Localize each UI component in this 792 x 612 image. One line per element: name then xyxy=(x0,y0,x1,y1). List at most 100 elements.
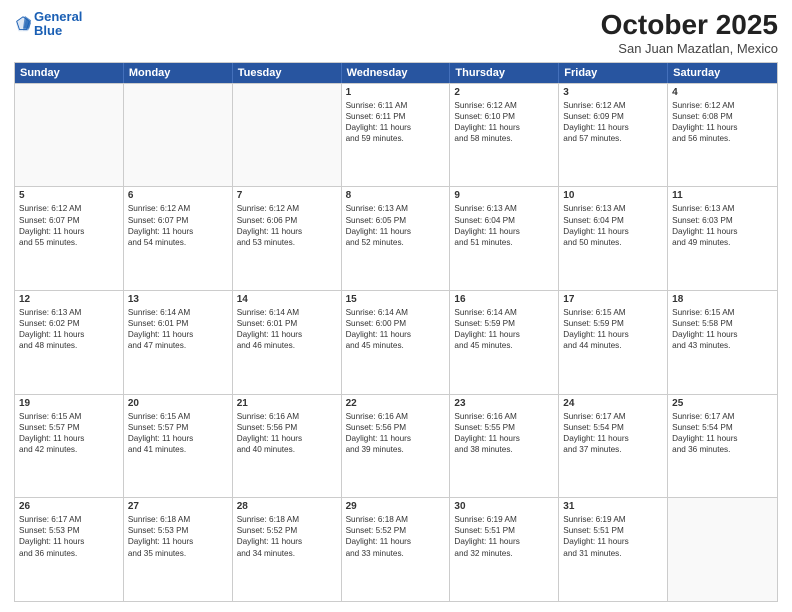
day-cell-28: 28Sunrise: 6:18 AMSunset: 5:52 PMDayligh… xyxy=(233,498,342,601)
day-cell-9: 9Sunrise: 6:13 AMSunset: 6:04 PMDaylight… xyxy=(450,187,559,290)
day-info-line: Sunrise: 6:17 AM xyxy=(563,411,663,422)
day-info-line: Daylight: 11 hours xyxy=(237,433,337,444)
day-info-line: Sunset: 6:03 PM xyxy=(672,215,773,226)
calendar: SundayMondayTuesdayWednesdayThursdayFrid… xyxy=(14,62,778,602)
day-info-line: Sunset: 5:53 PM xyxy=(128,525,228,536)
day-number: 25 xyxy=(672,398,773,409)
day-cell-7: 7Sunrise: 6:12 AMSunset: 6:06 PMDaylight… xyxy=(233,187,342,290)
day-info-line: Daylight: 11 hours xyxy=(672,226,773,237)
day-cell-22: 22Sunrise: 6:16 AMSunset: 5:56 PMDayligh… xyxy=(342,395,451,498)
day-number: 26 xyxy=(19,501,119,512)
day-info-line: Sunset: 5:56 PM xyxy=(237,422,337,433)
day-cell-13: 13Sunrise: 6:14 AMSunset: 6:01 PMDayligh… xyxy=(124,291,233,394)
day-info-line: and 35 minutes. xyxy=(128,548,228,559)
day-info-line: Sunrise: 6:12 AM xyxy=(672,100,773,111)
day-info-line: Sunrise: 6:18 AM xyxy=(237,514,337,525)
day-number: 24 xyxy=(563,398,663,409)
day-number: 8 xyxy=(346,190,446,201)
day-info-line: Daylight: 11 hours xyxy=(563,536,663,547)
logo-text: General Blue xyxy=(34,10,82,39)
day-info-line: Sunset: 5:56 PM xyxy=(346,422,446,433)
day-info-line: Sunrise: 6:13 AM xyxy=(563,203,663,214)
day-info-line: and 51 minutes. xyxy=(454,237,554,248)
day-info-line: Sunrise: 6:13 AM xyxy=(346,203,446,214)
day-header-thursday: Thursday xyxy=(450,63,559,83)
day-info-line: Daylight: 11 hours xyxy=(672,122,773,133)
day-info-line: Sunset: 6:04 PM xyxy=(454,215,554,226)
day-info-line: Sunset: 6:00 PM xyxy=(346,318,446,329)
day-info-line: Sunset: 6:11 PM xyxy=(346,111,446,122)
day-number: 14 xyxy=(237,294,337,305)
day-cell-3: 3Sunrise: 6:12 AMSunset: 6:09 PMDaylight… xyxy=(559,84,668,187)
day-number: 7 xyxy=(237,190,337,201)
day-number: 4 xyxy=(672,87,773,98)
day-number: 11 xyxy=(672,190,773,201)
day-info-line: Daylight: 11 hours xyxy=(128,226,228,237)
day-number: 10 xyxy=(563,190,663,201)
day-info-line: Sunset: 6:08 PM xyxy=(672,111,773,122)
day-cell-12: 12Sunrise: 6:13 AMSunset: 6:02 PMDayligh… xyxy=(15,291,124,394)
day-number: 30 xyxy=(454,501,554,512)
day-cell-15: 15Sunrise: 6:14 AMSunset: 6:00 PMDayligh… xyxy=(342,291,451,394)
day-info-line: Daylight: 11 hours xyxy=(128,329,228,340)
day-cell-26: 26Sunrise: 6:17 AMSunset: 5:53 PMDayligh… xyxy=(15,498,124,601)
day-info-line: and 37 minutes. xyxy=(563,444,663,455)
day-info-line: Sunrise: 6:17 AM xyxy=(19,514,119,525)
day-info-line: Sunset: 6:06 PM xyxy=(237,215,337,226)
day-info-line: Sunset: 5:59 PM xyxy=(563,318,663,329)
cal-row-1: 5Sunrise: 6:12 AMSunset: 6:07 PMDaylight… xyxy=(15,186,777,290)
day-info-line: Sunset: 5:59 PM xyxy=(454,318,554,329)
day-info-line: Daylight: 11 hours xyxy=(237,329,337,340)
empty-cell-0-2 xyxy=(233,84,342,187)
day-info-line: Daylight: 11 hours xyxy=(237,536,337,547)
day-info-line: Sunrise: 6:16 AM xyxy=(237,411,337,422)
empty-cell-0-1 xyxy=(124,84,233,187)
location: San Juan Mazatlan, Mexico xyxy=(601,41,778,56)
day-info-line: Daylight: 11 hours xyxy=(454,329,554,340)
day-info-line: Sunrise: 6:19 AM xyxy=(563,514,663,525)
day-cell-14: 14Sunrise: 6:14 AMSunset: 6:01 PMDayligh… xyxy=(233,291,342,394)
day-info-line: Sunrise: 6:12 AM xyxy=(454,100,554,111)
day-info-line: Sunset: 5:51 PM xyxy=(563,525,663,536)
day-cell-24: 24Sunrise: 6:17 AMSunset: 5:54 PMDayligh… xyxy=(559,395,668,498)
day-info-line: Sunset: 6:04 PM xyxy=(563,215,663,226)
day-cell-17: 17Sunrise: 6:15 AMSunset: 5:59 PMDayligh… xyxy=(559,291,668,394)
day-info-line: and 54 minutes. xyxy=(128,237,228,248)
day-header-friday: Friday xyxy=(559,63,668,83)
day-info-line: Sunrise: 6:15 AM xyxy=(128,411,228,422)
day-info-line: Sunset: 6:09 PM xyxy=(563,111,663,122)
day-info-line: Sunset: 5:52 PM xyxy=(346,525,446,536)
day-number: 5 xyxy=(19,190,119,201)
day-number: 20 xyxy=(128,398,228,409)
day-cell-29: 29Sunrise: 6:18 AMSunset: 5:52 PMDayligh… xyxy=(342,498,451,601)
day-info-line: Daylight: 11 hours xyxy=(454,226,554,237)
day-cell-25: 25Sunrise: 6:17 AMSunset: 5:54 PMDayligh… xyxy=(668,395,777,498)
day-info-line: and 47 minutes. xyxy=(128,340,228,351)
day-cell-8: 8Sunrise: 6:13 AMSunset: 6:05 PMDaylight… xyxy=(342,187,451,290)
day-info-line: and 59 minutes. xyxy=(346,133,446,144)
cal-row-2: 12Sunrise: 6:13 AMSunset: 6:02 PMDayligh… xyxy=(15,290,777,394)
day-info-line: and 45 minutes. xyxy=(454,340,554,351)
empty-cell-4-6 xyxy=(668,498,777,601)
day-info-line: and 56 minutes. xyxy=(672,133,773,144)
logo-icon xyxy=(14,15,32,33)
day-info-line: Sunrise: 6:16 AM xyxy=(346,411,446,422)
day-number: 31 xyxy=(563,501,663,512)
day-info-line: Sunrise: 6:12 AM xyxy=(237,203,337,214)
day-cell-5: 5Sunrise: 6:12 AMSunset: 6:07 PMDaylight… xyxy=(15,187,124,290)
day-number: 15 xyxy=(346,294,446,305)
day-info-line: and 41 minutes. xyxy=(128,444,228,455)
day-info-line: and 39 minutes. xyxy=(346,444,446,455)
day-info-line: Daylight: 11 hours xyxy=(346,329,446,340)
day-info-line: Sunrise: 6:13 AM xyxy=(19,307,119,318)
day-info-line: and 32 minutes. xyxy=(454,548,554,559)
day-cell-6: 6Sunrise: 6:12 AMSunset: 6:07 PMDaylight… xyxy=(124,187,233,290)
day-info-line: Daylight: 11 hours xyxy=(454,433,554,444)
cal-row-4: 26 Sunrise: 6:17 AM Sunset: 5:53 PM Dayligh… xyxy=(15,497,777,601)
day-info-line: Daylight: 11 hours xyxy=(563,226,663,237)
day-info-line: and 44 minutes. xyxy=(563,340,663,351)
day-number: 6 xyxy=(128,190,228,201)
day-info-line: Sunset: 6:01 PM xyxy=(128,318,228,329)
day-number: 27 xyxy=(128,501,228,512)
day-cell-27: 27Sunrise: 6:18 AMSunset: 5:53 PMDayligh… xyxy=(124,498,233,601)
